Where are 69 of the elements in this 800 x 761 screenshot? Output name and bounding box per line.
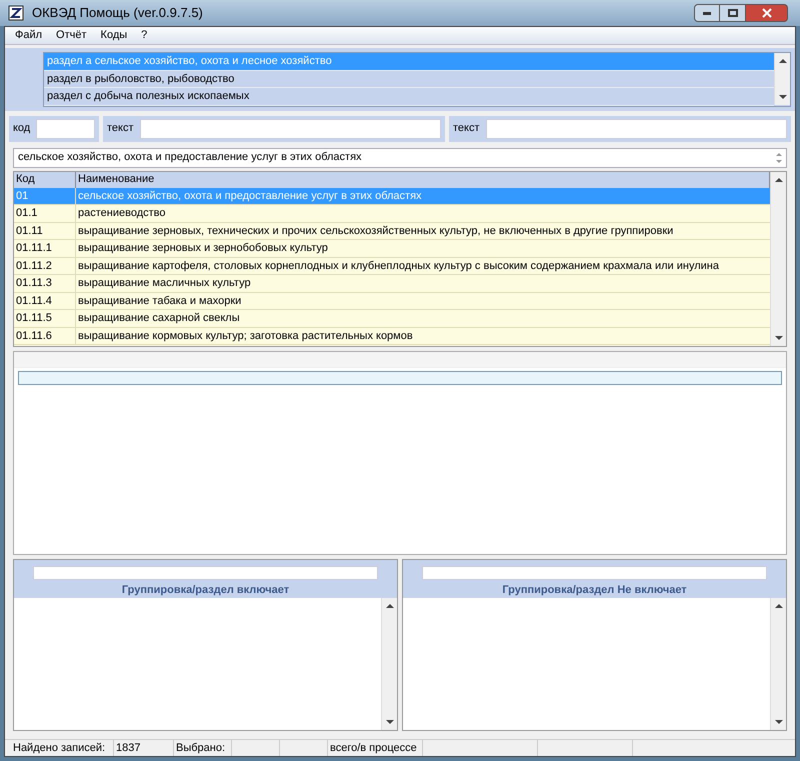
table-row[interactable]: 01.11.1 выращивание зерновых и зернобобовых культур — [14, 240, 770, 258]
down-arrow-icon[interactable] — [386, 718, 394, 726]
up-arrow-icon[interactable] — [774, 176, 782, 184]
section-item[interactable]: раздел с добыча полезных ископаемых — [44, 88, 774, 106]
table-row[interactable]: 01.11.5 выращивание сахарной свеклы — [14, 310, 770, 328]
close-button[interactable] — [746, 4, 788, 22]
table-cell: 01.11.2 — [14, 258, 76, 274]
table-row[interactable]: 01.11.6 выращивание кормовых культур; заготовка растительных кормов — [14, 328, 770, 345]
scrollbar[interactable] — [774, 53, 790, 105]
table-cell: 01.11.1 — [14, 240, 76, 256]
table-cell: 01.11.6 — [14, 328, 76, 344]
section-item[interactable]: раздел в рыболовство, рыбоводство — [44, 70, 774, 88]
search-field[interactable] — [36, 118, 95, 138]
panel-title: Группировка/раздел включает — [122, 582, 290, 598]
panel-field[interactable] — [422, 566, 767, 580]
maximize-button[interactable] — [720, 4, 746, 22]
description-text: сельское хозяйство, охота и предоставление услуг в этих областях — [18, 150, 363, 166]
table-cell: 01.11.5 — [14, 310, 76, 326]
field-label: текст — [107, 121, 134, 136]
menu-item[interactable]: Коды — [100, 27, 128, 44]
description-field[interactable]: сельское хозяйство, охота и предоставление услуг в этих областях — [13, 148, 787, 168]
table-cell-text: выращивание зерновых и зернобобовых культур — [77, 241, 329, 256]
table-row[interactable]: 01.11 выращивание зерновых, технических и прочих сельскохозяйственных культур, не включенных в другие группировки — [14, 222, 770, 240]
table-cell-text: выращивание сахарной свеклы — [77, 311, 241, 326]
table-row[interactable]: 01.1 растениеводство — [14, 205, 770, 222]
spin-arrows-icon — [776, 152, 782, 164]
table-cell-text: выращивание зерновых, технических и прочих сельскохозяйственных культур, не включенных в другие группировки — [77, 224, 674, 238]
status-text: 1837 — [116, 740, 140, 756]
table-cell-text: сельское хозяйство, охота и предоставление услуг в этих областях — [77, 188, 423, 204]
table-row[interactable]: 01.11.2 выращивание картофеля, столовых корнеплодных и клубнеплодных культур с высоким содержанием крахмала или инулина — [14, 258, 770, 275]
menu-item[interactable]: ? — [141, 27, 148, 44]
table-cell-text: выращивание табака и махорки — [77, 294, 242, 308]
window-title: ОКВЭД Помощь (ver.0.9.7.5) — [32, 4, 203, 22]
table-cell-text: выращивание масличных культур — [77, 276, 252, 291]
up-arrow-icon[interactable] — [774, 602, 782, 610]
down-arrow-icon[interactable] — [778, 93, 786, 101]
search-field[interactable] — [486, 118, 787, 138]
table-row[interactable]: 01.11.4 выращивание табака и махорки — [14, 292, 770, 310]
panel-field[interactable] — [33, 566, 378, 580]
table-cell-text: выращивание картофеля, столовых корнеплодных и клубнеплодных культур с высоким содержанием крахмала или инулина — [77, 258, 720, 274]
field-label: текст — [453, 121, 480, 136]
table-row[interactable]: 01.11.3 выращивание масличных культур — [14, 275, 770, 292]
menu-item[interactable]: Отчёт — [56, 27, 87, 44]
status-text: Найдено записей: — [13, 740, 106, 756]
status-text: всего/в процессе — [330, 740, 417, 756]
minimize-icon — [703, 12, 711, 14]
table-cell: 01.11 — [14, 222, 76, 239]
table-cell-text: выращивание кормовых культур; заготовка растительных кормов — [77, 328, 414, 344]
down-arrow-icon[interactable] — [774, 718, 782, 726]
table-cell: 01.11.4 — [14, 292, 76, 309]
search-field[interactable] — [140, 118, 441, 138]
table-cell: 01.11.3 — [14, 275, 76, 292]
maximize-icon — [728, 9, 738, 17]
panel-title: Группировка/раздел Не включает — [502, 582, 687, 598]
status-text: Выбрано: — [176, 740, 226, 756]
field-label: код — [13, 121, 30, 136]
close-icon — [762, 8, 772, 18]
up-arrow-icon[interactable] — [778, 57, 786, 65]
menu-item[interactable]: Файл — [15, 27, 42, 44]
up-arrow-icon[interactable] — [386, 602, 394, 610]
scrollbar[interactable] — [770, 172, 786, 346]
table-cell: 01.1 — [14, 205, 76, 222]
scrollbar[interactable] — [770, 598, 786, 730]
down-arrow-icon[interactable] — [774, 334, 782, 342]
minimize-button[interactable] — [694, 4, 720, 22]
scrollbar[interactable] — [381, 598, 397, 730]
table-cell: 01 — [14, 188, 76, 204]
app-icon — [8, 5, 24, 21]
table-cell-text: растениеводство — [77, 206, 166, 221]
